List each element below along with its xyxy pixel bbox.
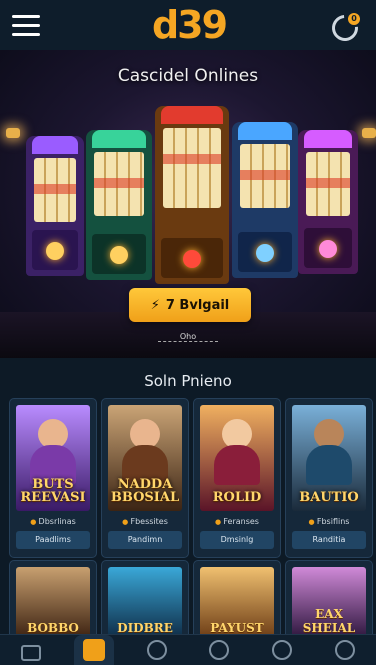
- slot-lever-icon: ⚡: [150, 297, 160, 313]
- game-thumbnail[interactable]: DIDBRE: [108, 567, 182, 635]
- home-icon: [82, 639, 105, 661]
- gift-icon: [209, 640, 230, 660]
- nav-profile[interactable]: [325, 635, 365, 665]
- play-button[interactable]: Dmsinlg: [200, 531, 274, 549]
- refresh-icon[interactable]: 0: [326, 5, 366, 47]
- game-card[interactable]: PAYUST: [193, 560, 281, 636]
- slot-machine-image: [155, 106, 229, 284]
- game-card[interactable]: DIDBRE: [101, 560, 189, 636]
- game-provider: Fbsiflins: [286, 517, 372, 526]
- hamburger-menu-icon[interactable]: [12, 5, 52, 45]
- game-card[interactable]: EAX SHEIAL: [285, 560, 373, 636]
- nav-casino[interactable]: [137, 635, 177, 665]
- hero-title: Cascidel Onlines: [117, 66, 259, 86]
- section-title: Soln Pnieno: [144, 372, 232, 390]
- game-thumbnail[interactable]: BUTS REEVASI: [16, 405, 90, 511]
- game-card[interactable]: NADDA BBOSIAL Fbessites Pandimn: [101, 398, 189, 558]
- play-now-label: 7 Bvlgail: [165, 297, 230, 313]
- nav-lock[interactable]: [11, 635, 51, 665]
- chandelier-icon: [362, 120, 376, 144]
- casino-chip-icon: [146, 640, 167, 660]
- slot-machine-image: [86, 130, 152, 280]
- play-button[interactable]: Paadlims: [16, 531, 90, 549]
- game-provider: Dbsrlinas: [10, 517, 96, 526]
- support-icon: [271, 640, 292, 660]
- game-card[interactable]: ROLID Feranses Dmsinlg: [193, 398, 281, 558]
- hero-note: Oho: [158, 332, 218, 342]
- game-thumbnail[interactable]: BAUTIO: [292, 405, 366, 511]
- play-button[interactable]: Pandimn: [108, 531, 182, 549]
- nav-support[interactable]: [262, 635, 302, 665]
- game-thumbnail[interactable]: BOBBO: [16, 567, 90, 635]
- game-provider: Feranses: [194, 517, 280, 526]
- slot-machine-image: [232, 122, 298, 278]
- hero-banner[interactable]: Cascidel Onlines ⚡ 7 Bvlgail Oho: [0, 50, 376, 358]
- lock-icon: [21, 645, 42, 661]
- play-now-button[interactable]: ⚡ 7 Bvlgail: [129, 288, 251, 322]
- nav-home[interactable]: [73, 635, 114, 665]
- brand-logo[interactable]: d39: [152, 3, 228, 47]
- game-thumbnail[interactable]: PAYUST: [200, 567, 274, 635]
- profile-icon: [334, 640, 355, 660]
- slot-machine-image: [298, 130, 358, 274]
- slot-machine-image: [26, 136, 84, 276]
- play-button[interactable]: Randitia: [292, 531, 366, 549]
- game-thumbnail[interactable]: EAX SHEIAL: [292, 567, 366, 635]
- game-provider: Fbessites: [102, 517, 188, 526]
- game-thumbnail[interactable]: NADDA BBOSIAL: [108, 405, 182, 511]
- game-card[interactable]: BOBBO: [9, 560, 97, 636]
- game-card[interactable]: BUTS REEVASI Dbsrlinas Paadlims: [9, 398, 97, 558]
- game-thumbnail[interactable]: ROLID: [200, 405, 274, 511]
- top-bar: d39 0: [0, 0, 376, 51]
- bottom-nav: [0, 634, 376, 665]
- game-card[interactable]: BAUTIO Fbsiflins Randitia: [285, 398, 373, 558]
- nav-gift[interactable]: [199, 635, 239, 665]
- chandelier-icon: [6, 120, 20, 144]
- refresh-badge: 0: [348, 13, 360, 25]
